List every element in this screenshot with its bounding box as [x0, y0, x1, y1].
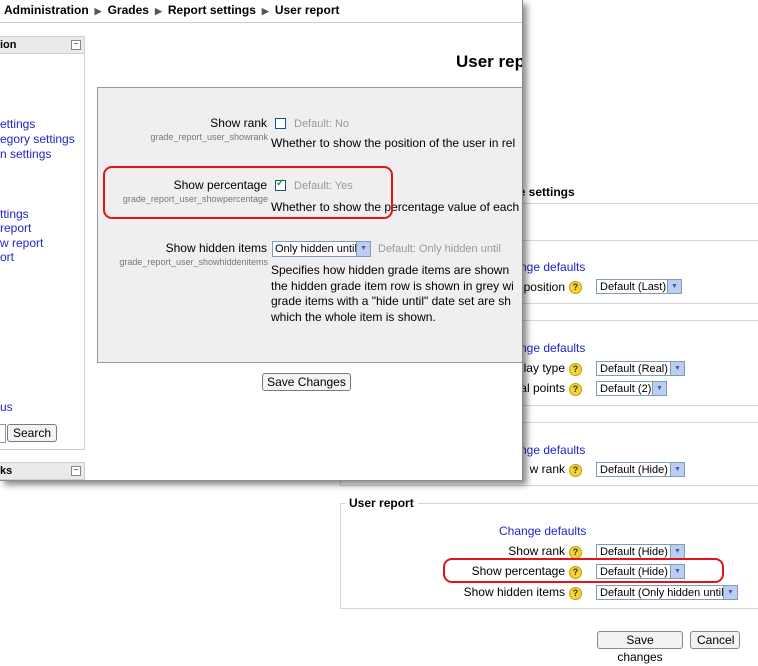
breadcrumb-item: User report: [274, 3, 340, 17]
collapse-icon[interactable]: −: [71, 40, 81, 50]
dropdown-arrow-icon: ▼: [667, 280, 681, 293]
settings-box: Show rank grade_report_user_showrank Def…: [97, 87, 522, 363]
user-report-legend: User report: [345, 496, 418, 510]
default-value: Default: Only hidden until: [378, 243, 501, 255]
breadcrumb: Administration ▶ Grades ▶ Report settings ▶ Us…: [4, 3, 340, 17]
dropdown-arrow-icon: ▼: [652, 382, 666, 395]
sidebar-link[interactable]: egory settings: [0, 132, 75, 146]
help-icon[interactable]: ?: [569, 383, 582, 396]
dropdown-arrow-icon: ▼: [670, 545, 684, 558]
setting-description: Whether to show the position of the user…: [271, 136, 516, 150]
help-icon[interactable]: ?: [569, 587, 582, 600]
cancel-button[interactable]: Cancel: [690, 631, 740, 649]
setting-select[interactable]: Default (Real) ▼: [596, 361, 685, 376]
blocks-block: ks −: [0, 462, 85, 480]
breadcrumb-item[interactable]: Administration: [4, 3, 89, 17]
show-rank-label: Show rank: [508, 544, 565, 558]
highlight-outline: [103, 166, 393, 219]
setting-select[interactable]: Default (Hide) ▼: [596, 462, 685, 477]
foreground-window: Administration ▶ Grades ▶ Report settings ▶ Us…: [0, 0, 523, 481]
collapse-icon[interactable]: −: [71, 466, 81, 476]
help-icon[interactable]: ?: [569, 281, 582, 294]
breadcrumb-item[interactable]: Report settings: [168, 3, 256, 17]
breadcrumb-separator-icon: ▶: [94, 6, 102, 16]
dropdown-arrow-icon: ▼: [670, 362, 684, 375]
sidebar-link[interactable]: ettings: [0, 117, 35, 131]
sidebar-link[interactable]: w report: [0, 236, 43, 250]
sidebar-search-input[interactable]: [0, 424, 6, 443]
show-hidden-items-label: Show hidden items: [463, 585, 565, 599]
setting-select[interactable]: Default (Last) ▼: [596, 279, 682, 294]
default-value: Default: No: [294, 118, 350, 130]
dropdown-arrow-icon: ▼: [670, 463, 684, 476]
breadcrumb-separator-icon: ▶: [154, 6, 162, 16]
change-defaults-link[interactable]: Change defaults: [499, 524, 586, 538]
sidebar-link[interactable]: report: [0, 221, 31, 235]
sidebar-link[interactable]: us: [0, 400, 13, 414]
save-changes-button[interactable]: Save Changes: [262, 373, 351, 391]
change-defaults-link[interactable]: nge defaults: [520, 260, 585, 274]
show-hidden-items-select[interactable]: Default (Only hidden until) ▼: [596, 585, 738, 600]
setting-description: Specifies how hidden grade items are sho…: [271, 263, 514, 324]
help-icon[interactable]: ?: [569, 464, 582, 477]
search-button[interactable]: Search: [7, 424, 57, 442]
breadcrumb-separator-icon: ▶: [261, 6, 269, 16]
setting-name: Show hidden items: [165, 241, 267, 255]
setting-select[interactable]: Default (2) ▼: [596, 381, 667, 396]
change-defaults-link[interactable]: nge defaults: [520, 443, 585, 457]
sidebar-link[interactable]: n settings: [0, 147, 51, 161]
divider: [0, 22, 522, 23]
dropdown-arrow-icon: ▼: [356, 242, 370, 256]
help-icon[interactable]: ?: [569, 363, 582, 376]
save-changes-button[interactable]: Save changes: [597, 631, 683, 664]
sidebar-link[interactable]: ttings: [0, 207, 29, 221]
breadcrumb-item[interactable]: Grades: [108, 3, 149, 17]
setting-name: Show rank: [210, 116, 267, 130]
show-rank-select[interactable]: Default (Hide) ▼: [596, 544, 685, 559]
sidebar-link[interactable]: ort: [0, 250, 14, 264]
setting-key: grade_report_user_showhiddenitems: [119, 257, 268, 267]
dropdown-arrow-icon: ▼: [723, 586, 737, 599]
highlight-outline: [443, 558, 724, 583]
show-hidden-items-select[interactable]: Only hidden until ▼: [272, 241, 371, 257]
page-title: User rep: [456, 52, 523, 71]
show-rank-checkbox[interactable]: [275, 118, 286, 129]
change-defaults-link[interactable]: nge defaults: [520, 341, 585, 355]
setting-key: grade_report_user_showrank: [150, 132, 268, 142]
